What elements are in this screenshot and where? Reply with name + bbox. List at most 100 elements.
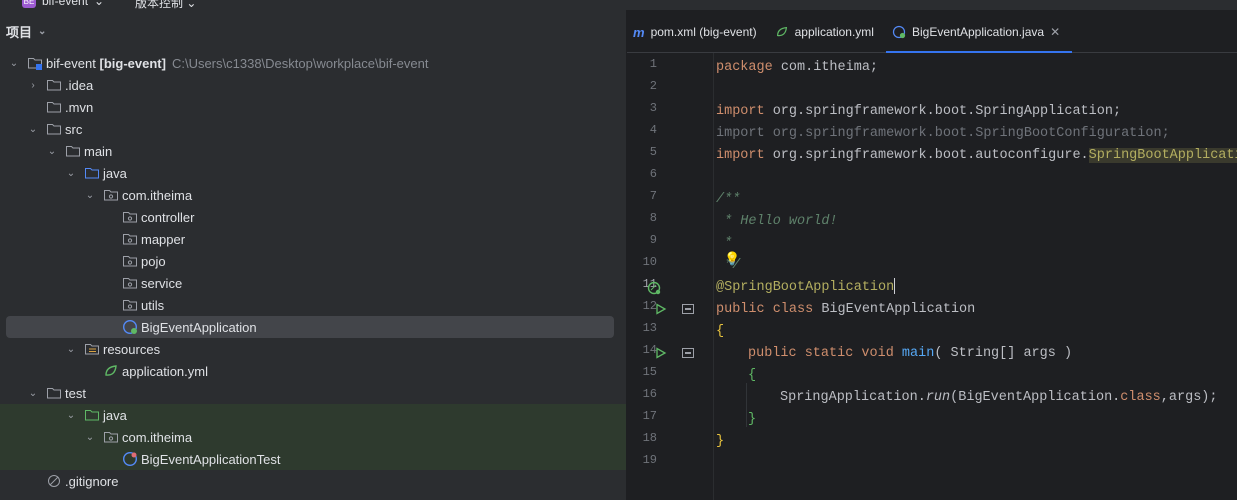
tree-item-controller[interactable]: controller <box>0 206 626 228</box>
tree-item-label: .gitignore <box>65 473 119 489</box>
code-line-3: import org.springframework.boot.SpringAp… <box>716 104 1122 119</box>
line-number: 10 <box>642 255 657 269</box>
tree-item-pojo[interactable]: pojo <box>0 250 626 272</box>
tree-item-label: java <box>103 407 127 423</box>
tree-item-test-package[interactable]: ⌄ com.itheima <box>0 426 626 448</box>
tree-item-src[interactable]: ⌄ src <box>0 118 626 140</box>
line-number: 9 <box>649 233 657 247</box>
close-icon[interactable]: ✕ <box>1050 25 1060 39</box>
tree-item-java[interactable]: ⌄ java <box>0 162 626 184</box>
spring-config-icon <box>105 365 117 376</box>
tree-item-idea[interactable]: › .idea <box>0 74 626 96</box>
tree-item-label: application.yml <box>122 363 208 379</box>
tree-item-test-class[interactable]: BigEventApplicationTest <box>0 448 626 470</box>
expand-arrow-icon[interactable]: ⌄ <box>85 432 95 443</box>
tree-item-mapper[interactable]: mapper <box>0 228 626 250</box>
project-panel-header[interactable]: 项目 ⌄ <box>0 10 626 52</box>
test-folder-icon <box>85 410 99 421</box>
tree-item-service[interactable]: service <box>0 272 626 294</box>
ignore-file-icon <box>48 475 60 487</box>
chevron-down-icon: ⌄ <box>94 0 105 8</box>
expand-arrow-icon[interactable]: ⌄ <box>85 190 95 201</box>
tab-application-yml[interactable]: application.yml <box>769 12 886 52</box>
project-panel: 项目 ⌄ ⌄ bif-event [big-event] C:\Users\c13… <box>0 10 626 500</box>
expand-arrow-icon[interactable]: ⌄ <box>28 388 38 399</box>
code-lens-icon[interactable] <box>682 304 694 314</box>
tree-item-test-java[interactable]: ⌄ java <box>0 404 626 426</box>
tree-item-main[interactable]: ⌄ main <box>0 140 626 162</box>
lightbulb-icon[interactable]: 💡 <box>724 251 740 267</box>
tree-item-mvn[interactable]: .mvn <box>0 96 626 118</box>
line-number: 19 <box>642 453 657 467</box>
tree-item-utils[interactable]: utils <box>0 294 626 316</box>
project-switcher[interactable]: BE bif-event ⌄ <box>22 0 104 8</box>
code-line-5: import org.springframework.boot.autoconf… <box>716 145 1237 167</box>
line-number: 12 <box>642 299 657 313</box>
code-line-16: SpringApplication.run(BigEventApplicatio… <box>780 390 1218 405</box>
root-module: [big-event] <box>99 55 166 71</box>
tree-item-gitignore[interactable]: .gitignore <box>0 470 626 492</box>
tab-label: BigEventApplication.java <box>911 25 1045 39</box>
spring-config-icon <box>776 26 787 37</box>
line-number: 1 <box>649 57 657 71</box>
tree-item-label: utils <box>141 297 165 313</box>
tree-item-label: .mvn <box>65 99 94 115</box>
line-number: 8 <box>649 211 657 225</box>
package-icon <box>104 432 118 443</box>
expand-arrow-icon[interactable]: ⌄ <box>47 146 57 157</box>
expand-arrow-icon[interactable]: ⌄ <box>66 168 76 179</box>
folder-icon <box>47 388 61 399</box>
line-number: 16 <box>642 387 657 401</box>
spring-bean-gutter-icon[interactable] <box>647 281 663 297</box>
tree-item-bigeventapplication[interactable]: BigEventApplication <box>0 316 626 338</box>
code-line-13: { <box>716 324 725 339</box>
tree-item-label: resources <box>103 341 161 357</box>
folder-icon <box>47 102 61 113</box>
code-lens-icon[interactable] <box>682 348 694 358</box>
expand-arrow-icon[interactable]: ⌄ <box>28 124 38 135</box>
tree-item-test[interactable]: ⌄ test <box>0 382 626 404</box>
tree-item-application-yml[interactable]: application.yml <box>0 360 626 382</box>
expand-arrow-icon[interactable]: ⌄ <box>66 344 76 355</box>
tree-root[interactable]: ⌄ bif-event [big-event] C:\Users\c1338\De… <box>0 52 626 74</box>
tab-bigeventapplication-java[interactable]: BigEventApplication.java ✕ <box>885 12 1073 53</box>
chevron-down-icon[interactable]: ⌄ <box>38 26 46 37</box>
editor-tabs: m pom.xml (big-event) application.yml Bi… <box>627 10 1237 53</box>
package-icon <box>123 278 137 289</box>
collapsed-arrow-icon[interactable]: › <box>28 80 38 91</box>
tree-item-label: pojo <box>141 253 166 269</box>
code-area[interactable]: package com.itheima; import org.springfr… <box>716 53 1237 500</box>
tree-item-label: java <box>103 165 127 181</box>
line-number: 13 <box>642 321 657 335</box>
selection-highlight <box>6 316 614 338</box>
gutter-separator <box>713 53 714 500</box>
tab-pom-xml[interactable]: m pom.xml (big-event) <box>627 12 769 52</box>
package-icon <box>123 212 137 223</box>
text-caret <box>894 278 896 295</box>
resources-folder-icon <box>85 344 99 355</box>
tree-item-label: com.itheima <box>122 187 193 203</box>
project-panel-title: 项目 <box>6 24 33 40</box>
vcs-menu[interactable]: 版本控制 ⌄ <box>135 0 196 10</box>
code-line-15: { <box>748 368 757 383</box>
expand-arrow-icon[interactable]: ⌄ <box>66 410 76 421</box>
run-icon[interactable] <box>655 303 667 315</box>
tree-item-label: src <box>65 121 83 137</box>
root-name: bif-event <box>46 55 96 71</box>
editor-gutter[interactable]: 1 2 3 4 5 6 7 8 9 10 11 12 13 14 15 16 1… <box>627 53 713 500</box>
package-icon <box>123 300 137 311</box>
run-icon[interactable] <box>655 347 667 359</box>
tree-item-package[interactable]: ⌄ com.itheima <box>0 184 626 206</box>
title-bar: BE bif-event ⌄ 版本控制 ⌄ <box>0 0 1237 10</box>
module-folder-icon <box>28 58 42 70</box>
line-number: 17 <box>642 409 657 423</box>
tree-item-resources[interactable]: ⌄ resources <box>0 338 626 360</box>
line-number: 15 <box>642 365 657 379</box>
tree-item-label: .idea <box>65 77 94 93</box>
expand-arrow-icon[interactable]: ⌄ <box>9 58 19 69</box>
folder-icon <box>47 124 61 135</box>
line-number: 2 <box>649 79 657 93</box>
folder-icon <box>66 146 80 157</box>
code-line-11: @SpringBootApplication <box>716 278 896 295</box>
source-folder-icon <box>85 168 99 179</box>
